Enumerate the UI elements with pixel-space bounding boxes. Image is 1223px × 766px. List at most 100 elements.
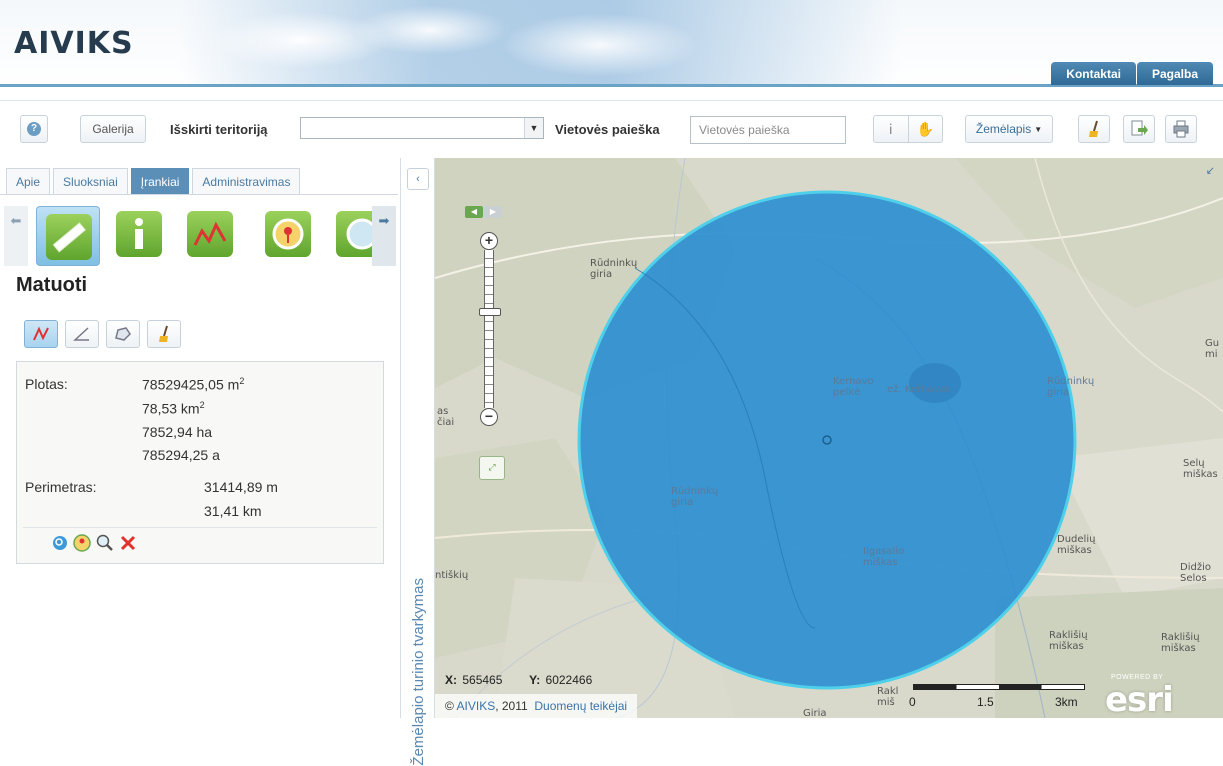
measure-mode-buttons — [24, 320, 188, 348]
aiviks-link[interactable]: AIVIKS — [457, 699, 496, 713]
contacts-link[interactable]: Kontaktai — [1051, 62, 1136, 85]
top-links: Kontaktai Pagalba — [1050, 62, 1213, 85]
tool-measure-button[interactable] — [36, 206, 100, 266]
broom-clear-icon — [1089, 120, 1098, 137]
tab-administration[interactable]: Administravimas — [192, 168, 301, 194]
gallery-button[interactable]: Galerija — [80, 115, 146, 143]
area-label: Plotas: — [25, 376, 68, 392]
measure-circle — [577, 190, 1077, 690]
tool-info-button[interactable] — [116, 211, 162, 257]
measure-title: Matuoti — [16, 274, 88, 296]
measure-angle-button[interactable] — [65, 320, 99, 348]
app-header: AIVIKS Kontaktai Pagalba — [0, 0, 1223, 88]
zoom-slider-handle[interactable] — [479, 308, 501, 316]
map-view[interactable]: Rūdninkų giria Kernavo pelkė ež. Kernavas … — [435, 158, 1223, 718]
delete-icon[interactable] — [119, 534, 137, 552]
measure-results: Plotas: 78529425,05 m2 78,53 km2 7852,94… — [16, 361, 384, 564]
map-label: Kernavo pelkė — [833, 376, 874, 398]
previous-extent-icon[interactable]: ◀ — [465, 206, 483, 218]
print-button[interactable] — [1165, 115, 1197, 143]
map-label: Rakl miš — [877, 686, 899, 708]
basemap-label: Žemėlapis — [975, 122, 1032, 136]
x-value: 565465 — [462, 673, 503, 687]
map-label: Raklišių miškas — [1161, 632, 1200, 654]
area-m2: 78529425,05 m2 — [142, 376, 245, 393]
map-label: Raklišių miškas — [1049, 630, 1088, 652]
perimeter-km: 31,41 km — [204, 503, 262, 519]
collapse-panel-button[interactable]: ‹ — [407, 168, 429, 190]
zoom-slider-track[interactable] — [484, 250, 494, 408]
tool-strip: ⬅ ➡ — [0, 206, 398, 266]
map-label: Rūdninkų giria — [1047, 376, 1095, 398]
panel-tabs: Apie Sluoksniai Įrankiai Administravimas — [6, 168, 303, 194]
tool-profile-button[interactable] — [187, 211, 233, 257]
collapse-corner-icon[interactable]: ↙ — [1206, 164, 1215, 177]
angle-icon — [73, 327, 89, 341]
perimeter-m: 31414,89 m — [204, 479, 278, 495]
basemap — [435, 158, 1223, 718]
tab-tools[interactable]: Įrankiai — [130, 168, 190, 194]
header-banner-image — [180, 0, 900, 84]
place-search-label: Vietovės paieška — [555, 122, 660, 137]
map-label: Giria — [803, 708, 827, 718]
pan-hand-icon[interactable]: ✋ — [907, 116, 943, 142]
measure-clear-button[interactable] — [147, 320, 181, 348]
profile-icon — [193, 221, 227, 246]
place-search-input[interactable] — [690, 116, 846, 144]
scale-bar-graphic — [913, 684, 1085, 690]
zoom-to-icon[interactable] — [51, 534, 69, 552]
map-label: Ilgasalio miškas — [863, 546, 905, 568]
measure-area-button[interactable] — [106, 320, 140, 348]
scale-label: 3km — [1055, 695, 1078, 709]
y-label: Y: — [529, 673, 541, 687]
scroll-left-arrow-icon[interactable]: ⬅ — [4, 206, 28, 266]
export-icon — [1131, 120, 1148, 136]
question-mark-icon: ? — [27, 122, 41, 136]
header-divider — [0, 84, 1223, 87]
area-km2: 78,53 km2 — [142, 400, 205, 417]
magnify-icon[interactable] — [96, 534, 114, 552]
zoom-out-button[interactable]: − — [480, 408, 498, 426]
locate-icon[interactable] — [73, 534, 91, 552]
locate-icon — [272, 218, 304, 250]
map-mode-group: ⅰ ✋ — [873, 115, 943, 143]
zoom-in-button[interactable]: + — [480, 232, 498, 250]
chevron-down-icon: ▼ — [1034, 124, 1043, 134]
attribution-year: , 2011 — [495, 699, 528, 713]
tool-locate-button[interactable] — [265, 211, 311, 257]
polyline-icon — [33, 326, 49, 341]
main-toolbar: ? Galerija Išskirti teritoriją ▼ Vietovė… — [0, 100, 1223, 159]
tool-globe-button[interactable] — [336, 211, 378, 257]
territory-select[interactable]: ▼ — [300, 117, 544, 139]
info-cursor-icon[interactable]: ⅰ — [874, 116, 908, 142]
ruler-icon — [46, 214, 92, 260]
territory-label: Išskirti teritoriją — [170, 122, 268, 137]
tab-layers[interactable]: Sluoksniai — [53, 168, 128, 194]
tab-about[interactable]: Apie — [6, 168, 51, 194]
y-value: 6022466 — [545, 673, 593, 687]
scale-label: 0 — [909, 695, 916, 709]
help-button[interactable]: ? — [20, 115, 48, 143]
map-label: ntiškių — [435, 570, 469, 581]
area-a: 785294,25 a — [142, 447, 220, 463]
scale-label: 1.5 — [977, 695, 994, 709]
full-extent-icon[interactable]: ⤢ — [479, 456, 505, 480]
next-extent-icon[interactable]: ▶ — [484, 206, 502, 218]
globe-icon — [346, 218, 378, 250]
basemap-dropdown[interactable]: Žemėlapis ▼ — [965, 115, 1053, 143]
toc-toggle-label[interactable]: Žemėlapio turinio tvarkymas — [405, 578, 433, 766]
x-label: X: — [445, 673, 457, 687]
tab-underline — [0, 194, 398, 195]
measure-distance-button[interactable] — [24, 320, 58, 348]
data-providers-link[interactable]: Duomenų teikėjai — [534, 699, 627, 713]
scroll-right-arrow-icon[interactable]: ➡ — [372, 206, 396, 266]
toc-collapse-strip: ‹ Žemėlapio turinio tvarkymas — [400, 158, 435, 766]
clear-button[interactable] — [1078, 115, 1110, 143]
left-panel: Apie Sluoksniai Įrankiai Administravimas… — [0, 158, 400, 718]
map-label: Dudelių miškas — [1057, 534, 1096, 556]
map-label: as čiai — [437, 406, 455, 428]
help-link[interactable]: Pagalba — [1136, 62, 1213, 85]
map-label: ež. Kernavas — [887, 384, 951, 395]
info-icon — [135, 218, 143, 249]
export-button[interactable] — [1123, 115, 1155, 143]
